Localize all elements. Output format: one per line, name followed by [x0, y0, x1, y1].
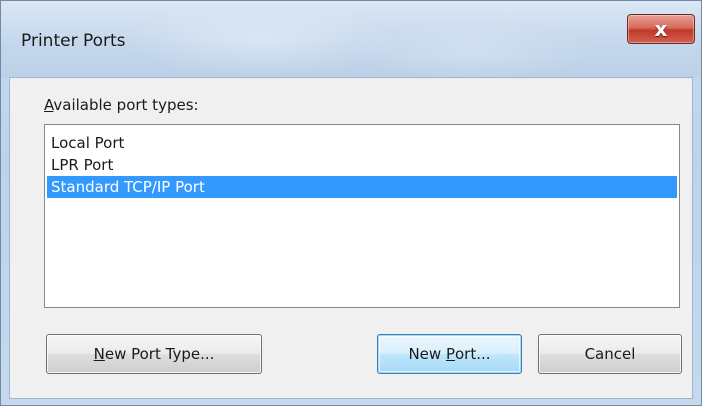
window-title: Printer Ports: [21, 31, 126, 51]
new-port-label-rest: ort...: [455, 345, 491, 363]
close-icon: x: [654, 17, 668, 41]
available-port-types-label: Available port types:: [44, 96, 199, 114]
cancel-button[interactable]: Cancel: [538, 334, 682, 374]
cancel-label: Cancel: [584, 345, 636, 363]
new-port-button[interactable]: New Port...: [377, 334, 522, 374]
new-port-label-pre: New: [408, 345, 446, 363]
dialog-client-area: Available port types: Local Port LPR Por…: [9, 77, 693, 399]
label-accesskey: A: [44, 96, 54, 114]
new-port-type-label-rest: ew Port Type...: [104, 345, 215, 363]
list-item-local-port[interactable]: Local Port: [47, 132, 677, 154]
list-item-lpr-port[interactable]: LPR Port: [47, 154, 677, 176]
label-rest: vailable port types:: [53, 96, 199, 114]
list-item-standard-tcp-ip-port[interactable]: Standard TCP/IP Port: [47, 176, 677, 198]
printer-ports-dialog: Printer Ports x Available port types: Lo…: [0, 0, 702, 406]
close-button[interactable]: x: [627, 14, 695, 44]
port-types-listbox[interactable]: Local Port LPR Port Standard TCP/IP Port: [44, 124, 680, 308]
new-port-accesskey: P: [445, 345, 455, 363]
new-port-type-button[interactable]: New Port Type...: [46, 334, 262, 374]
new-port-type-accesskey: N: [93, 345, 105, 363]
title-bar[interactable]: Printer Ports x: [1, 1, 701, 77]
